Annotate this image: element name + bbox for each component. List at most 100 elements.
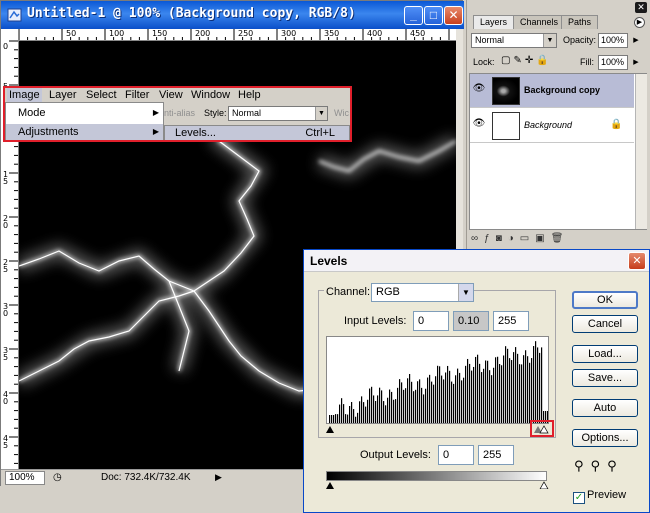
menu-item-levels[interactable]: Levels... Ctrl+L — [164, 125, 350, 141]
document-title-bar[interactable]: Untitled-1 @ 100% (Background copy, RGB/… — [1, 1, 464, 29]
ruler-label: 3 5 — [3, 346, 9, 362]
opacity-label: Opacity: — [563, 35, 597, 45]
photoshop-document-icon — [7, 8, 22, 22]
dialog-title-bar[interactable]: Levels ✕ — [304, 250, 649, 272]
lock-paint-icon[interactable]: ✎ — [513, 55, 524, 66]
close-icon[interactable]: ✕ — [635, 2, 647, 13]
menu-help[interactable]: Help — [238, 88, 261, 102]
status-menu-arrow-icon[interactable]: ▶ — [215, 472, 222, 483]
histogram — [326, 336, 549, 424]
options-button[interactable]: Options... — [572, 429, 638, 447]
palette-menu-arrow-icon[interactable]: ▶ — [634, 17, 645, 28]
menu-item-label: Adjustments — [18, 126, 79, 138]
fill-label: Fill: — [580, 57, 594, 67]
eye-icon[interactable]: 👁 — [472, 83, 486, 97]
layer-row-background-copy[interactable]: 👁 Background copy — [470, 74, 634, 108]
highlight-box-sliders — [530, 420, 554, 437]
menu-filter[interactable]: Filter — [125, 88, 149, 102]
dialog-title: Levels — [310, 254, 348, 268]
layer-list: 👁 Background copy 👁 Background 🔒 — [469, 73, 647, 230]
ruler-label: 350 — [324, 29, 340, 38]
input-levels-slider[interactable] — [326, 424, 549, 434]
ruler-label: 300 — [281, 29, 297, 38]
new-group-icon[interactable]: ▭ — [520, 233, 535, 244]
menu-item-adjustments[interactable]: Adjustments ▶ — [6, 124, 163, 140]
close-button[interactable]: ✕ — [444, 6, 463, 25]
menu-item-mode[interactable]: Mode ▶ — [6, 105, 163, 121]
menu-window[interactable]: Window — [191, 88, 230, 102]
tab-channels[interactable]: Channels — [513, 15, 566, 29]
preview-checkbox[interactable]: ✓ Preview — [573, 489, 626, 504]
preview-label: Preview — [587, 489, 627, 501]
menu-image[interactable]: Image — [7, 88, 42, 102]
trash-icon[interactable]: 🗑 — [551, 233, 570, 244]
output-black-handle[interactable] — [326, 482, 334, 489]
link-icon[interactable]: ∞ — [471, 233, 484, 244]
black-point-handle[interactable] — [326, 426, 334, 433]
output-levels-slider[interactable] — [326, 481, 549, 489]
ruler-label: 1 5 — [3, 170, 9, 186]
layer-style-icon[interactable]: ƒ — [484, 233, 496, 244]
layer-name: Background — [524, 120, 573, 130]
menu-item-shortcut: Ctrl+L — [305, 127, 335, 139]
lock-transparency-icon[interactable]: ▢ — [501, 55, 513, 66]
tab-paths[interactable]: Paths — [561, 15, 599, 29]
menu-layer[interactable]: Layer — [49, 88, 77, 102]
submenu-arrow-icon: ▶ — [152, 108, 159, 117]
options-bar-fragment: nti-alias Style: Normal ▼ Wic — [164, 102, 350, 125]
submenu-arrow-icon: ▶ — [152, 127, 159, 136]
tab-layers[interactable]: Layers — [473, 15, 515, 29]
output-white-handle[interactable] — [539, 481, 549, 489]
cancel-button[interactable]: Cancel — [572, 315, 638, 333]
maximize-button[interactable]: □ — [424, 6, 443, 25]
lock-icon: 🔒 — [610, 119, 623, 130]
eyedropper-group: ⚲⚲⚲ — [574, 458, 640, 474]
input-levels-label: Input Levels: — [344, 315, 407, 327]
close-icon[interactable]: ✕ — [628, 252, 646, 270]
ruler-label: 3 0 — [3, 302, 9, 318]
opacity-arrow-icon[interactable]: ▶ — [631, 33, 641, 48]
eye-icon[interactable]: 👁 — [472, 118, 486, 132]
lock-options: ▢✎✛🔒 — [501, 55, 552, 66]
layer-list-scrollbar[interactable] — [635, 74, 647, 229]
save-button[interactable]: Save... — [572, 369, 638, 387]
ruler-label: 450 — [410, 29, 426, 38]
menu-view[interactable]: View — [159, 88, 183, 102]
style-select[interactable]: Normal ▼ — [228, 106, 328, 121]
input-gamma-field[interactable]: 0.10 — [453, 311, 489, 331]
horizontal-ruler[interactable]: 50 100 150 200 250 300 350 400 450 — [19, 29, 456, 41]
ok-button[interactable]: OK — [572, 291, 638, 309]
new-layer-icon[interactable]: ▣ — [535, 233, 550, 244]
checkbox-checked-icon: ✓ — [573, 492, 585, 504]
output-white-field[interactable]: 255 — [478, 445, 514, 465]
input-white-field[interactable]: 255 — [493, 311, 529, 331]
auto-button[interactable]: Auto — [572, 399, 638, 417]
antialias-label: nti-alias — [164, 108, 196, 118]
lock-all-icon[interactable]: 🔒 — [536, 55, 551, 66]
document-title: Untitled-1 @ 100% (Background copy, RGB/… — [27, 6, 356, 21]
ruler-label: 2 5 — [3, 258, 9, 274]
mask-icon[interactable]: ◙ — [496, 233, 508, 244]
status-info-icon[interactable]: ◷ — [53, 472, 62, 483]
layer-row-background[interactable]: 👁 Background 🔒 — [470, 109, 634, 143]
gray-eyedropper-icon[interactable]: ⚲ — [591, 458, 608, 473]
zoom-field[interactable]: 100% — [5, 471, 45, 485]
levels-dialog: Levels ✕ Channel: RGB ▼ Input Levels: 0 … — [303, 249, 650, 513]
minimize-button[interactable]: _ — [404, 6, 423, 25]
output-black-field[interactable]: 0 — [438, 445, 474, 465]
ruler-label: 2 0 — [3, 214, 9, 230]
white-eyedropper-icon[interactable]: ⚲ — [607, 458, 624, 473]
load-button[interactable]: Load... — [572, 345, 638, 363]
menu-select[interactable]: Select — [86, 88, 117, 102]
palette-titlebar[interactable]: ✕ — [467, 0, 650, 14]
adjustment-layer-icon[interactable]: ◑ — [508, 233, 520, 244]
opacity-field[interactable]: 100% — [598, 33, 628, 48]
input-black-field[interactable]: 0 — [413, 311, 449, 331]
lock-move-icon[interactable]: ✛ — [525, 55, 536, 66]
channel-select[interactable]: RGB ▼ — [371, 283, 474, 302]
histogram-graph — [329, 341, 549, 423]
fill-field[interactable]: 100% — [598, 55, 628, 70]
blend-mode-select[interactable]: Normal ▼ — [471, 33, 557, 48]
fill-arrow-icon[interactable]: ▶ — [631, 55, 641, 70]
black-eyedropper-icon[interactable]: ⚲ — [574, 458, 591, 473]
